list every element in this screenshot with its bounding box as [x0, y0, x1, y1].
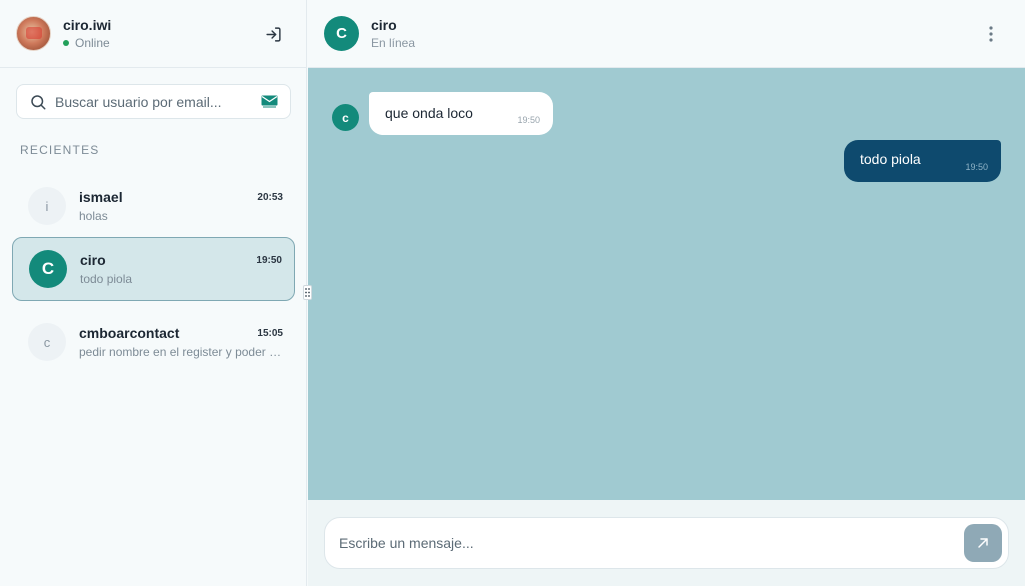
- grip-icon: [305, 288, 310, 297]
- message-sender-avatar: c: [332, 104, 359, 131]
- chat-options-button[interactable]: [983, 25, 999, 43]
- conversation-avatar: i: [28, 187, 66, 225]
- peer-name: ciro: [371, 17, 397, 33]
- conversation-name: cmboarcontact: [79, 325, 180, 341]
- message-list: c que onda loco 19:50 todo piola 19:50: [308, 68, 1025, 500]
- message-composer: [308, 500, 1025, 586]
- user-info: ciro.iwi Online: [63, 17, 111, 50]
- search-input[interactable]: [55, 93, 260, 110]
- user-status: Online: [63, 36, 111, 50]
- message-time: 19:50: [965, 162, 988, 172]
- conversation-last-message: holas: [79, 209, 108, 223]
- conversation-avatar: c: [28, 323, 66, 361]
- sidebar-resize-handle[interactable]: [303, 285, 312, 300]
- conversation-item-active[interactable]: C ciro 19:50 todo piola: [12, 237, 295, 301]
- conversation-time: 15:05: [257, 327, 283, 339]
- incoming-message-bubble: que onda loco 19:50: [369, 92, 553, 135]
- conversation-time: 19:50: [256, 254, 282, 266]
- peer-avatar: C: [324, 16, 359, 51]
- conversation-avatar: C: [29, 250, 67, 288]
- message-input[interactable]: [339, 535, 964, 551]
- conversation-body: cmboarcontact 15:05 pedir nombre en el r…: [79, 325, 283, 359]
- mail-icon: [261, 95, 277, 108]
- peer-status: En línea: [371, 36, 416, 50]
- outgoing-message-bubble: todo piola 19:50: [844, 140, 1001, 182]
- search-icon: [31, 94, 46, 109]
- conversation-item[interactable]: i ismael 20:53 holas: [12, 174, 295, 238]
- online-dot-icon: [63, 40, 69, 46]
- send-icon: [978, 538, 988, 548]
- conversation-name: ciro: [80, 252, 106, 268]
- logout-button[interactable]: [262, 23, 284, 45]
- message-time: 19:50: [517, 115, 540, 125]
- chat-panel: C ciro En línea c que onda loco 19:50 to…: [308, 0, 1025, 586]
- user-search: [16, 84, 291, 119]
- sidebar: ciro.iwi Online RECI: [0, 0, 307, 586]
- peer-info: ciro En línea: [371, 17, 415, 50]
- chat-header: C ciro En línea: [308, 0, 1025, 68]
- user-status-label: Online: [75, 36, 110, 50]
- conversation-name: ismael: [79, 189, 123, 205]
- more-vertical-icon: [989, 26, 993, 42]
- send-button[interactable]: [964, 524, 1002, 562]
- message-text: que onda loco: [385, 104, 473, 121]
- message-text: todo piola: [860, 151, 921, 167]
- conversation-time: 20:53: [257, 191, 283, 203]
- conversation-body: ismael 20:53 holas: [79, 189, 283, 223]
- conversation-last-message: pedir nombre en el register y poder …: [79, 345, 282, 359]
- search-submit-button[interactable]: [260, 95, 278, 109]
- sidebar-header: ciro.iwi Online: [0, 0, 306, 68]
- logout-icon: [265, 26, 281, 42]
- user-avatar[interactable]: [16, 16, 51, 51]
- conversation-body: ciro 19:50 todo piola: [80, 252, 282, 286]
- conversation-last-message: todo piola: [80, 272, 133, 286]
- conversation-item[interactable]: c cmboarcontact 15:05 pedir nombre en el…: [12, 310, 295, 374]
- composer-box: [324, 517, 1009, 569]
- recent-section-label: RECIENTES: [20, 143, 100, 157]
- user-name: ciro.iwi: [63, 17, 112, 33]
